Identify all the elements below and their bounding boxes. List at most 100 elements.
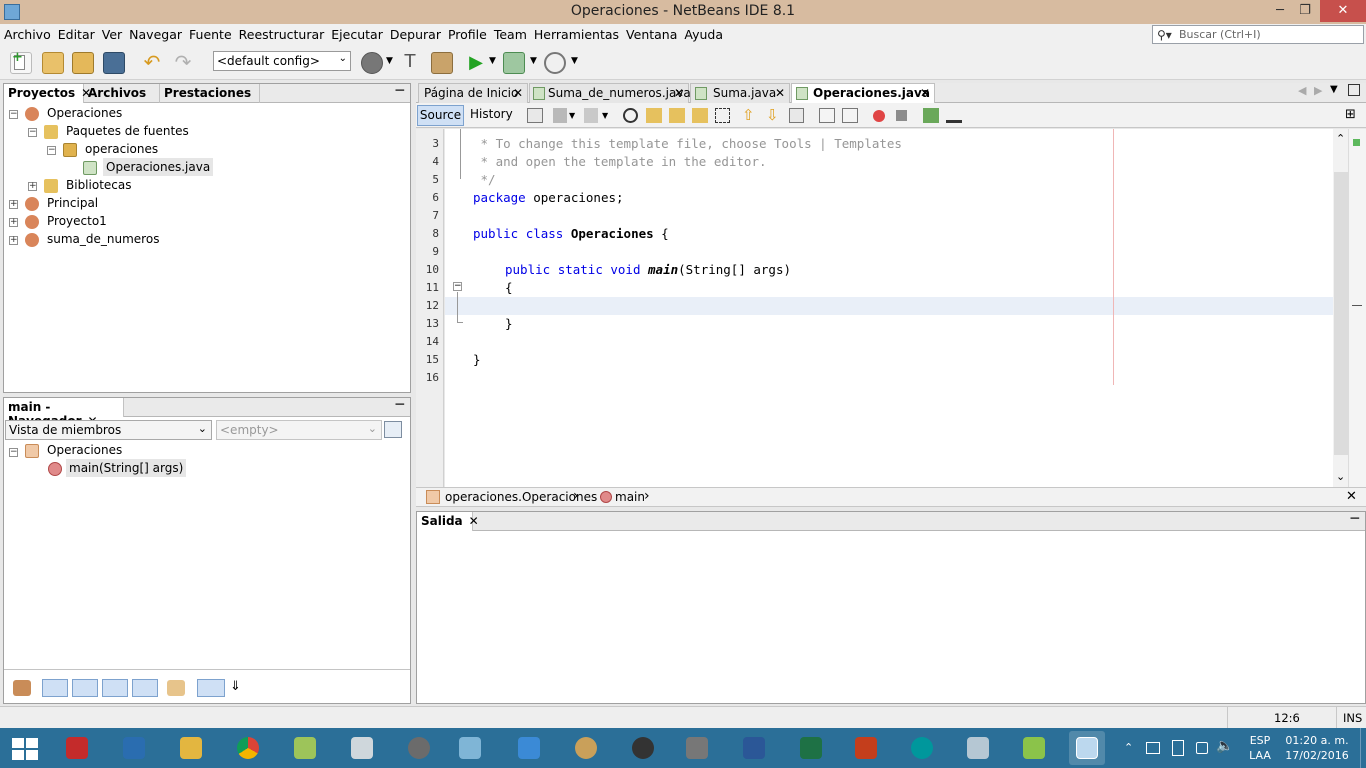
member-view-select[interactable]: Vista de miembros ⌄	[5, 420, 212, 440]
clean-build-icon[interactable]	[431, 52, 453, 74]
tab-pagina-de-inicio[interactable]: Página de Inicio ✕	[418, 83, 528, 103]
menu-herramientas[interactable]: Herramientas	[530, 24, 622, 42]
maximize-button[interactable]: ❐	[1290, 0, 1320, 22]
taskbar-app-powerpoint[interactable]	[848, 731, 884, 765]
chevron-down-icon[interactable]: ▼	[571, 56, 578, 66]
new-project-icon[interactable]	[42, 52, 64, 74]
shift-left-icon[interactable]	[819, 108, 835, 123]
breadcrumb-method[interactable]: main	[615, 490, 645, 504]
menu-profile[interactable]: Profile	[444, 24, 490, 42]
input-language[interactable]: ESP LAA	[1246, 733, 1274, 763]
next-bookmark-icon[interactable]: ⇩	[766, 108, 779, 123]
close-icon[interactable]: ✕	[469, 514, 479, 528]
tab-operaciones-java[interactable]: Operaciones.java ✕	[791, 83, 935, 103]
fully-qualified-icon[interactable]	[167, 680, 185, 696]
expand-icon[interactable]: +	[9, 236, 18, 245]
nav-item-operaciones[interactable]: Operaciones	[47, 441, 122, 459]
menu-fuente[interactable]: Fuente	[185, 24, 235, 42]
show-static-icon[interactable]	[72, 679, 98, 697]
taskbar-app-netbeans[interactable]	[1069, 731, 1105, 765]
chevron-down-icon[interactable]: ▼	[602, 111, 608, 120]
menu-navegar[interactable]: Navegar	[125, 24, 185, 42]
tab-archivos[interactable]: Archivos	[84, 84, 160, 103]
taskbar-app-tablet[interactable]	[452, 731, 488, 765]
volume-icon[interactable]: 🔈	[1216, 739, 1233, 754]
tab-prestaciones[interactable]: Prestaciones	[160, 84, 260, 103]
forward-icon[interactable]	[584, 108, 598, 123]
scrollbar-thumb[interactable]	[1334, 172, 1348, 455]
taskbar-app-media[interactable]	[568, 731, 604, 765]
tree-item-proyecto1[interactable]: Proyecto1	[47, 212, 107, 230]
scroll-tabs-right-icon[interactable]: ▶	[1314, 84, 1322, 97]
taskbar-app-microphone[interactable]	[401, 731, 437, 765]
tree-item-suma-de-numeros[interactable]: suma_de_numeros	[47, 230, 159, 248]
menu-editar[interactable]: Editar	[54, 24, 98, 42]
last-edit-icon[interactable]	[527, 108, 543, 123]
nav-item-main[interactable]: main(String[] args)	[66, 459, 187, 477]
taskbar-app-recorder[interactable]	[344, 731, 380, 765]
start-macro-icon[interactable]	[873, 110, 885, 122]
save-all-icon[interactable]	[103, 52, 125, 74]
taskbar-app-speaker[interactable]	[625, 731, 661, 765]
minimize-panel-icon[interactable]: ─	[1351, 511, 1359, 527]
undo-icon[interactable]: ↶	[141, 52, 163, 74]
tab-salida[interactable]: Salida ✕	[417, 512, 479, 531]
collapse-icon[interactable]: −	[9, 110, 18, 119]
taskbar-app-arduino[interactable]	[904, 731, 940, 765]
chevron-down-icon[interactable]: ▼	[530, 56, 537, 66]
tree-item-principal[interactable]: Principal	[47, 194, 98, 212]
close-icon[interactable]: ✕	[775, 86, 785, 100]
tab-suma[interactable]: Suma.java ✕	[690, 83, 790, 103]
close-icon[interactable]: ✕	[1346, 489, 1357, 504]
tree-item-operaciones-package[interactable]: operaciones	[85, 140, 158, 158]
source-view-button[interactable]: Source	[417, 105, 464, 126]
battery-icon[interactable]	[1172, 740, 1184, 756]
menu-ventana[interactable]: Ventana	[622, 24, 680, 42]
network-tray-icon[interactable]	[1196, 742, 1208, 754]
taskbar-app-network[interactable]	[511, 731, 547, 765]
tab-suma-de-numeros[interactable]: Suma_de_numeros.java ✕	[529, 83, 691, 103]
menu-depurar[interactable]: Depurar	[386, 24, 444, 42]
build-hammer-icon[interactable]: T	[399, 52, 421, 74]
shift-right-icon[interactable]	[842, 108, 858, 123]
scroll-down-icon[interactable]: ⌄	[1336, 470, 1345, 483]
navigator-settings-icon[interactable]	[384, 421, 402, 438]
close-icon[interactable]: ✕	[920, 86, 930, 100]
find-previous-icon[interactable]	[646, 108, 662, 123]
taskbar-app-explorer[interactable]	[173, 731, 209, 765]
menu-team[interactable]: Team	[490, 24, 530, 42]
chevron-down-icon[interactable]: ▼	[489, 56, 496, 66]
new-file-icon[interactable]: +	[10, 51, 32, 74]
insert-mode[interactable]: INS	[1343, 711, 1362, 725]
menu-ejecutar[interactable]: Ejecutar	[327, 24, 386, 42]
error-stripe[interactable]	[1348, 129, 1366, 487]
tree-item-bibliotecas[interactable]: Bibliotecas	[66, 176, 131, 194]
debug-icon[interactable]	[503, 52, 525, 74]
taskbar-app-notes[interactable]	[287, 731, 323, 765]
show-fields-icon[interactable]	[42, 679, 68, 697]
tab-navegador[interactable]: main - Navegador✕	[4, 398, 124, 428]
taskbar-app-control-panel[interactable]	[116, 731, 152, 765]
sort-by-source-icon[interactable]	[197, 679, 225, 697]
menu-ayuda[interactable]: Ayuda	[680, 24, 726, 42]
tab-proyectos[interactable]: Proyectos ✕	[4, 84, 91, 103]
close-icon[interactable]: ✕	[674, 86, 684, 100]
taskbar-app-chrome[interactable]	[230, 731, 266, 765]
collapse-icon[interactable]: −	[28, 128, 37, 137]
filter-select[interactable]: <empty> ⌄	[216, 420, 382, 440]
show-hidden-icons-icon[interactable]: ⌃	[1124, 740, 1133, 755]
collapse-icon[interactable]: −	[9, 448, 18, 457]
menu-archivo[interactable]: Archivo	[0, 24, 54, 42]
collapse-icon[interactable]: −	[47, 146, 56, 155]
menu-ver[interactable]: Ver	[98, 24, 125, 42]
fold-toggle-icon[interactable]: −	[453, 282, 462, 291]
tree-item-operaciones[interactable]: Operaciones	[47, 104, 122, 122]
taskbar-app-power[interactable]	[59, 731, 95, 765]
config-select[interactable]: <default config> ⌄	[213, 51, 351, 71]
history-view-button[interactable]: History	[470, 105, 513, 126]
close-icon[interactable]: ✕	[513, 86, 523, 100]
expand-icon[interactable]: +	[9, 218, 18, 227]
show-inner-classes-icon[interactable]	[132, 679, 158, 697]
comment-icon[interactable]	[923, 108, 939, 123]
menu-reestructurar[interactable]: Reestructurar	[235, 24, 328, 42]
